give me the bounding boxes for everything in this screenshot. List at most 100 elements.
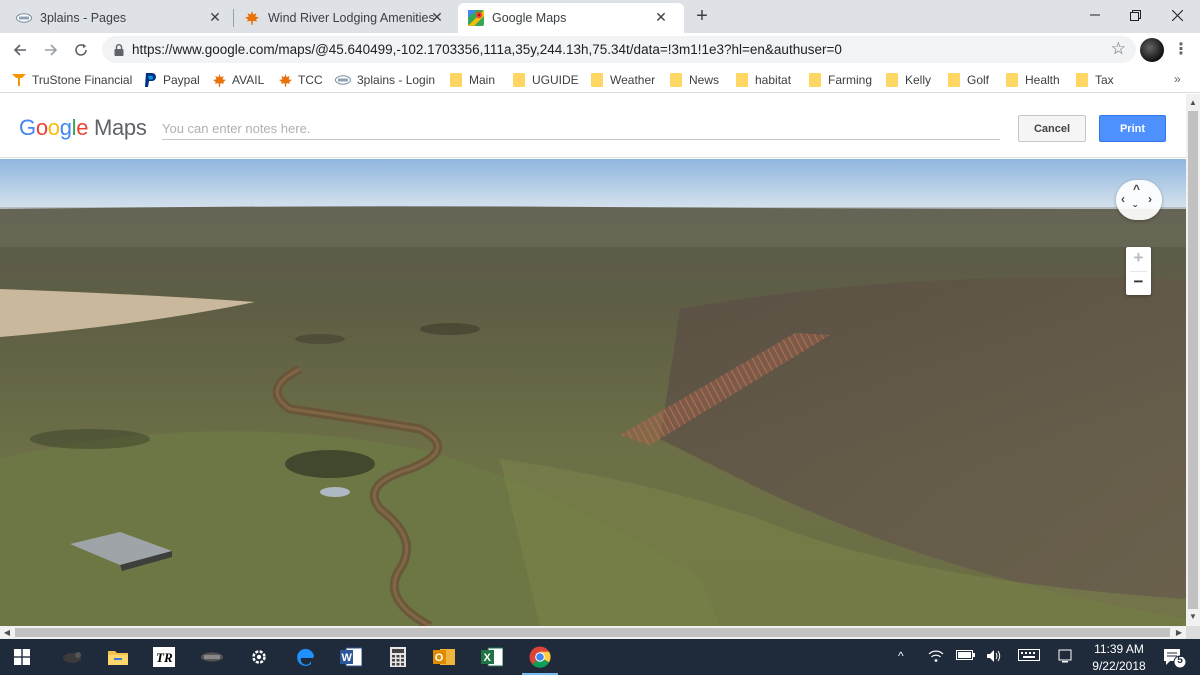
bookmark-folder-kelly[interactable]: Kelly	[885, 72, 931, 88]
reload-button[interactable]	[68, 37, 94, 63]
bookmarks-overflow-button[interactable]: »	[1174, 72, 1181, 86]
new-tab-button[interactable]: +	[688, 5, 716, 29]
bookmark-label: AVAIL	[232, 73, 265, 87]
calculator-icon[interactable]	[386, 645, 410, 669]
bookmark-avail[interactable]: AVAIL	[212, 72, 264, 88]
outlook-icon[interactable]: O	[432, 645, 456, 669]
back-arrow-icon	[13, 44, 26, 56]
3plains-icon	[335, 73, 351, 87]
scroll-up-icon[interactable]: ▲	[1186, 96, 1200, 110]
scroll-left-icon[interactable]: ◀	[0, 626, 14, 639]
volume-icon[interactable]	[986, 649, 1002, 666]
bookmark-3plains-login[interactable]: 3plains - Login	[335, 72, 435, 88]
bookmark-paypal[interactable]: Paypal	[143, 72, 200, 88]
scroll-right-icon[interactable]: ▶	[1172, 626, 1186, 639]
tab-3plains-pages[interactable]: 3plains - Pages ✕	[16, 3, 236, 33]
app-animal-icon[interactable]	[60, 645, 84, 669]
bookmark-folder-tax[interactable]: Tax	[1075, 72, 1114, 88]
keyboard-icon[interactable]	[1018, 649, 1040, 664]
app-goggles-icon[interactable]	[200, 645, 224, 669]
folder-icon	[590, 73, 604, 87]
bookmark-star-icon[interactable]: ☆	[1111, 39, 1126, 59]
rotate-compass-control[interactable]: ^ ‹ › ˇ	[1116, 180, 1162, 220]
3plains-icon	[16, 10, 32, 26]
horizontal-scrollbar[interactable]: ◀ ▶	[0, 626, 1186, 639]
logo-maps: Maps	[93, 115, 147, 140]
action-center-icon[interactable]: 5	[1162, 647, 1186, 669]
bookmark-folder-farming[interactable]: Farming	[808, 72, 872, 88]
address-bar[interactable]: https://www.google.com/maps/@45.640499,-…	[102, 36, 1136, 63]
bookmark-folder-weather[interactable]: Weather	[590, 72, 655, 88]
word-icon[interactable]: W	[339, 645, 363, 669]
wifi-icon[interactable]	[928, 649, 944, 666]
forward-button[interactable]	[38, 37, 64, 63]
excel-icon[interactable]: X	[480, 645, 504, 669]
taskbar: TR W O X ^ 11:39 AM 9/22/2018 5	[0, 639, 1200, 675]
screen: 3plains - Pages ✕ Wind River Lodging Ame…	[0, 0, 1200, 675]
bookmark-label: Main	[469, 73, 496, 87]
bookmark-label: Golf	[967, 73, 990, 87]
bookmark-label: Health	[1025, 73, 1060, 87]
google-maps-icon	[468, 10, 484, 26]
rotate-left-icon[interactable]: ‹	[1121, 193, 1125, 205]
bookmark-folder-health[interactable]: Health	[1005, 72, 1060, 88]
maps-print-header: Google Maps Cancel Print	[0, 94, 1186, 158]
bookmark-label: News	[689, 73, 720, 87]
bookmark-folder-golf[interactable]: Golf	[947, 72, 989, 88]
bookmark-label: TCC	[298, 73, 323, 87]
zoom-in-button[interactable]: +	[1126, 247, 1151, 271]
browser-menu-icon[interactable]: ⋮	[1172, 39, 1190, 61]
paypal-icon	[143, 73, 157, 87]
app-tr-icon[interactable]: TR	[152, 645, 176, 669]
zoom-control: + −	[1126, 247, 1151, 295]
map-view[interactable]: ^ ‹ › ˇ + −	[0, 159, 1186, 626]
print-button[interactable]: Print	[1099, 115, 1166, 142]
bookmark-folder-uguide[interactable]: UGUIDE	[512, 72, 579, 88]
cancel-button[interactable]: Cancel	[1018, 115, 1086, 142]
rotate-right-icon[interactable]: ›	[1148, 193, 1152, 205]
close-tab-icon[interactable]: ✕	[652, 8, 670, 26]
edge-browser-icon[interactable]	[294, 645, 318, 669]
folder-icon	[947, 73, 961, 87]
bookmark-trustone[interactable]: TruStone Financial	[12, 72, 132, 88]
device-icon[interactable]	[1058, 649, 1072, 666]
profile-avatar[interactable]	[1140, 38, 1164, 62]
bookmark-label: Paypal	[163, 73, 200, 87]
close-window-icon[interactable]	[1154, 0, 1200, 30]
bookmarks-bar: TruStone Financial Paypal AVAIL TCC 3pla…	[0, 66, 1200, 93]
battery-icon[interactable]	[956, 649, 976, 664]
clock-time: 11:39 AM	[1094, 642, 1144, 656]
folder-icon	[735, 73, 749, 87]
horizontal-scroll-thumb[interactable]	[15, 628, 1170, 637]
windows-start-icon[interactable]	[10, 645, 34, 669]
rotate-up-icon[interactable]: ^	[1133, 183, 1140, 195]
bookmark-folder-main[interactable]: Main	[449, 72, 495, 88]
maple-leaf-icon	[212, 73, 226, 87]
system-clock[interactable]: 11:39 AM 9/22/2018	[1084, 641, 1154, 675]
bookmark-folder-news[interactable]: News	[669, 72, 719, 88]
show-hidden-icons[interactable]: ^	[898, 649, 904, 663]
close-tab-icon[interactable]: ✕	[428, 8, 446, 26]
bookmark-tcc[interactable]: TCC	[278, 72, 323, 88]
tab-google-maps[interactable]: Google Maps ✕	[458, 3, 684, 33]
restore-icon[interactable]	[1112, 0, 1158, 30]
tab-wind-river[interactable]: Wind River Lodging Amenities lis ✕	[244, 3, 456, 33]
vertical-scrollbar[interactable]: ▲ ▼	[1186, 94, 1200, 626]
bookmark-folder-habitat[interactable]: habitat	[735, 72, 791, 88]
close-tab-icon[interactable]: ✕	[206, 8, 224, 26]
bookmark-label: Weather	[610, 73, 656, 87]
zoom-out-button[interactable]: −	[1126, 271, 1151, 295]
back-button[interactable]	[7, 37, 33, 63]
notes-input[interactable]	[162, 118, 1000, 140]
rotate-down-icon[interactable]: ˇ	[1133, 204, 1137, 216]
folder-icon	[669, 73, 683, 87]
svg-text:W: W	[342, 652, 353, 664]
settings-gear-icon[interactable]	[247, 645, 271, 669]
vertical-scroll-thumb[interactable]	[1188, 111, 1198, 609]
chrome-icon[interactable]	[522, 645, 558, 675]
trustone-icon	[12, 73, 26, 87]
browser-toolbar: https://www.google.com/maps/@45.640499,-…	[0, 33, 1200, 66]
maple-leaf-icon	[244, 10, 260, 26]
scroll-down-icon[interactable]: ▼	[1186, 610, 1200, 624]
file-explorer-icon[interactable]	[106, 645, 130, 669]
